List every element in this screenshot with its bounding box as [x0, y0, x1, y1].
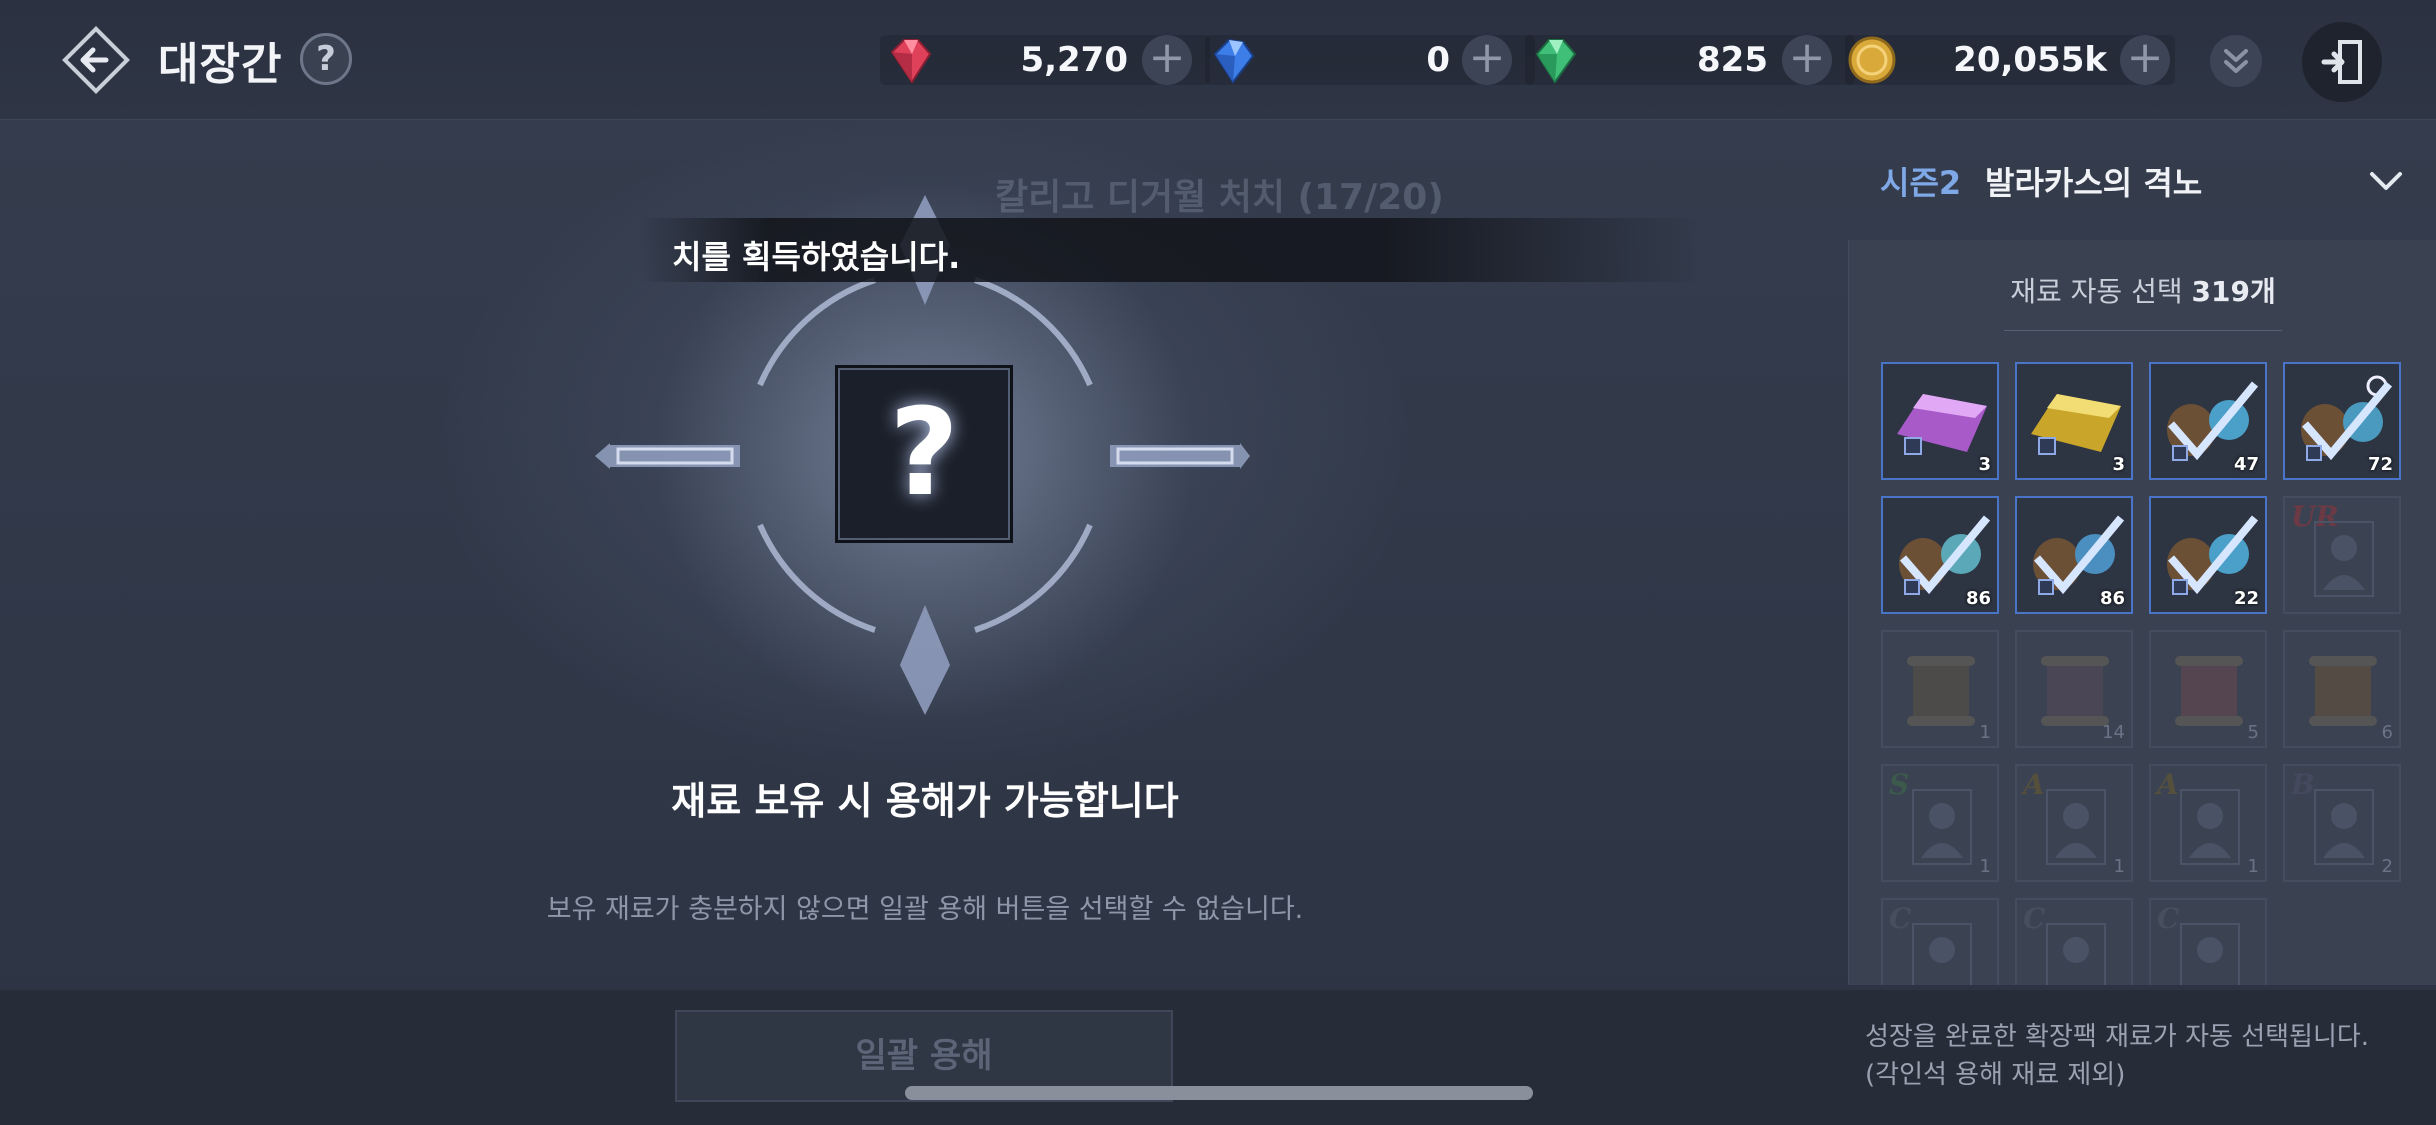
- help-button[interactable]: ?: [300, 33, 352, 85]
- material-slot[interactable]: 22: [2149, 496, 2267, 614]
- item-count: 1: [2113, 856, 2125, 877]
- season-dropdown-button[interactable]: [2368, 166, 2404, 196]
- red-gem-value: 5,270: [1020, 40, 1128, 80]
- material-slot[interactable]: 14: [2015, 630, 2133, 748]
- material-slot[interactable]: 86: [2015, 496, 2133, 614]
- gold-add-button[interactable]: +: [2120, 35, 2170, 85]
- material-slot[interactable]: 86: [1881, 496, 1999, 614]
- material-slot[interactable]: S 1: [1881, 764, 1999, 882]
- back-button[interactable]: [60, 24, 132, 96]
- material-slot[interactable]: 3: [2015, 362, 2133, 480]
- green-gem-add-button[interactable]: +: [1782, 35, 1832, 85]
- exit-door-icon: [2321, 40, 2362, 84]
- home-indicator[interactable]: [905, 1086, 1533, 1100]
- auto-select-label: 재료 자동 선택: [2010, 275, 2183, 308]
- chevron-down-icon: [2370, 172, 2402, 190]
- material-slot[interactable]: C: [2015, 898, 2133, 985]
- material-slot[interactable]: UR: [2283, 496, 2401, 614]
- exit-button[interactable]: [2302, 22, 2382, 102]
- item-count: 2: [2381, 856, 2393, 877]
- gold-coin-icon: [1844, 32, 1900, 88]
- material-slot[interactable]: B 2: [2283, 764, 2401, 882]
- unknown-item-icon: ?: [889, 384, 959, 523]
- material-slot[interactable]: C: [1881, 898, 1999, 985]
- item-count: 1: [1979, 856, 1991, 877]
- item-count: 86: [1965, 588, 1991, 609]
- item-count: 5: [2247, 722, 2259, 743]
- item-count: 22: [2233, 588, 2259, 609]
- material-slot[interactable]: A 1: [2149, 764, 2267, 882]
- item-count: 1: [1979, 722, 1991, 743]
- season-name[interactable]: 발라카스의 격노: [1985, 158, 2202, 204]
- red-gem-add-button[interactable]: +: [1142, 35, 1192, 85]
- green-gem-value: 825: [1697, 40, 1768, 80]
- blue-gem-value: 0: [1426, 40, 1450, 80]
- material-slot[interactable]: 72: [2283, 362, 2401, 480]
- auto-select-note-line1: 성장을 완료한 확장팩 재료가 자동 선택됩니다.: [1865, 1022, 2370, 1052]
- green-gem-icon: [1527, 32, 1583, 88]
- blue-gem-icon: [1205, 32, 1261, 88]
- item-count: 3: [2112, 454, 2125, 475]
- header-divider: [2004, 330, 2282, 331]
- item-count: 47: [2233, 454, 2259, 475]
- auto-select-note: 성장을 완료한 확장팩 재료가 자동 선택됩니다. (각인석 용해 재료 제외): [1865, 1018, 2369, 1094]
- material-slot[interactable]: 3: [1881, 362, 1999, 480]
- auto-select-header: 재료 자동 선택 319개: [1849, 270, 2436, 310]
- material-slot[interactable]: 47: [2149, 362, 2267, 480]
- question-icon: ?: [316, 39, 336, 79]
- double-chevron-down-icon: [2224, 49, 2248, 73]
- red-gem-icon: [882, 32, 938, 88]
- character-card-icon: [2046, 923, 2106, 985]
- material-slot[interactable]: 5: [2149, 630, 2267, 748]
- item-count: 72: [2367, 454, 2393, 475]
- item-count: 6: [2381, 722, 2393, 743]
- item-count: 1: [2247, 856, 2259, 877]
- auto-select-count: 319개: [2191, 275, 2276, 308]
- item-count: 14: [2102, 722, 2125, 743]
- toast-message: 치를 획득하였습니다.: [672, 238, 961, 276]
- status-hint: 보유 재료가 충분하지 않으면 일괄 용해 버튼을 선택할 수 없습니다.: [546, 894, 1304, 925]
- material-slot[interactable]: C: [2149, 898, 2267, 985]
- material-panel: 재료 자동 선택 319개 3 3 47 72 86 86 22 UR 1 14…: [1848, 240, 2436, 985]
- season-tag[interactable]: 시즌2: [1880, 158, 1961, 204]
- collapse-currency-button[interactable]: [2210, 35, 2262, 87]
- gold-value: 20,055k: [1953, 40, 2107, 80]
- status-message: 재료 보유 시 용해가 가능합니다: [671, 779, 1179, 823]
- item-count: 86: [2099, 588, 2125, 609]
- character-card-icon: [2180, 923, 2240, 985]
- material-slot[interactable]: A 1: [2015, 764, 2133, 882]
- material-slot[interactable]: 6: [2283, 630, 2401, 748]
- back-arrow-icon: [62, 26, 130, 94]
- season-tag-label: 시즌2: [1880, 164, 1962, 202]
- blue-gem-add-button[interactable]: +: [1462, 35, 1512, 85]
- auto-select-note-line2: (각인석 용해 재료 제외): [1865, 1060, 2126, 1090]
- item-count: 3: [1978, 454, 1991, 475]
- character-card-icon: [2314, 521, 2374, 597]
- material-slot[interactable]: 1: [1881, 630, 1999, 748]
- result-slot[interactable]: ?: [835, 365, 1013, 543]
- character-card-icon: [1912, 923, 1972, 985]
- page-title: 대장간: [158, 39, 283, 90]
